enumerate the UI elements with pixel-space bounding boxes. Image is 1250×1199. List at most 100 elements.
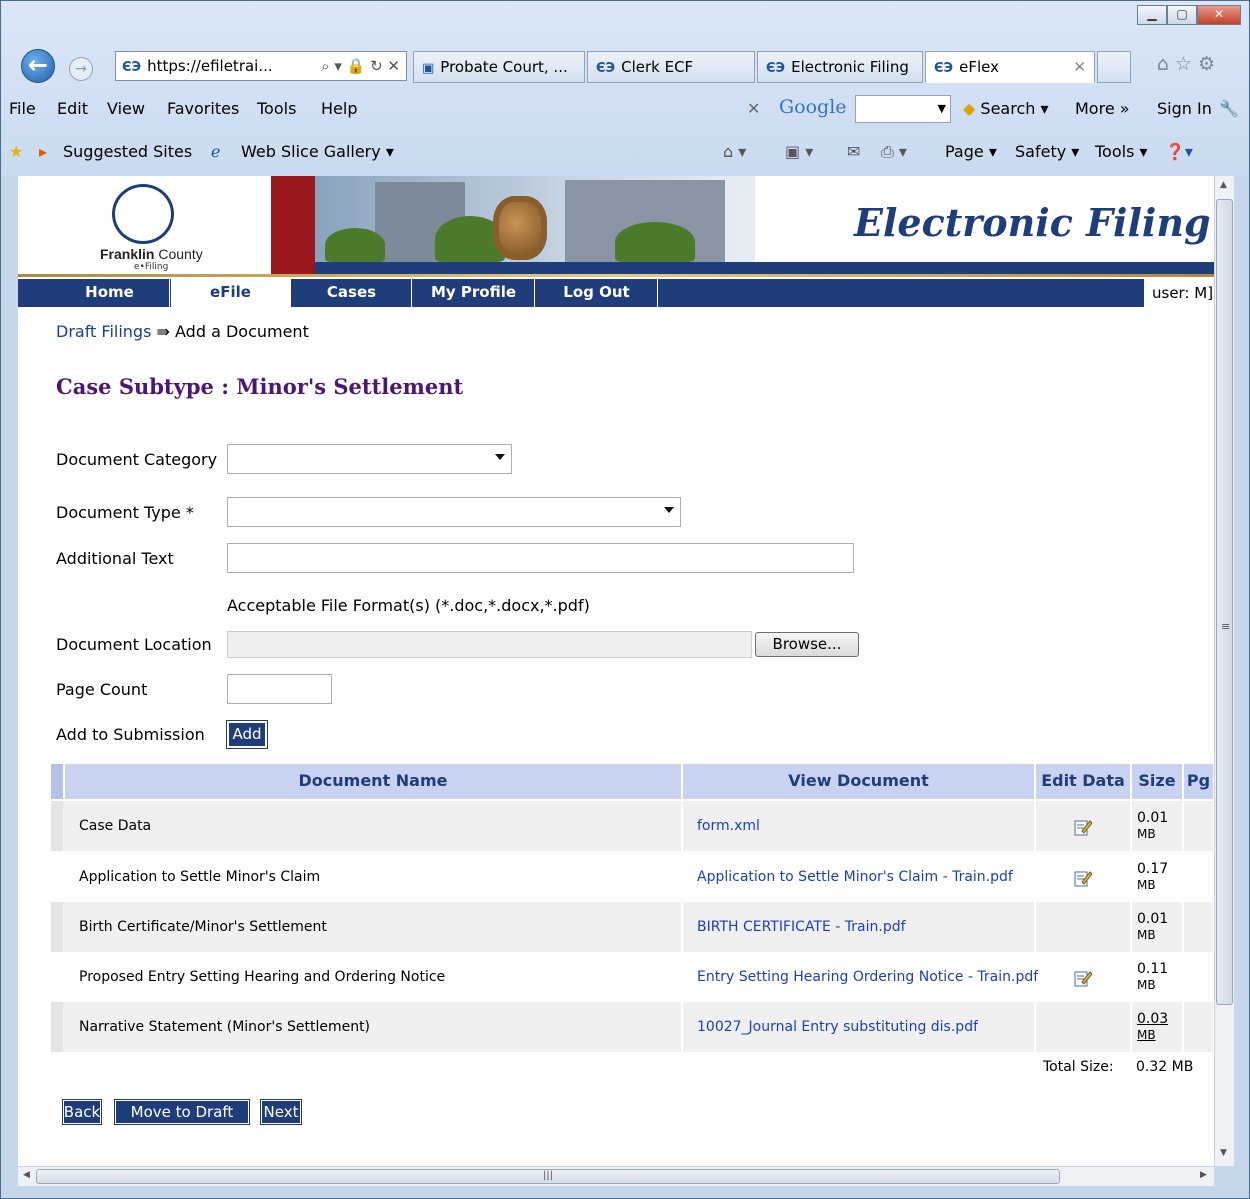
view-document-link[interactable]: Entry Setting Hearing Ordering Notice - …	[697, 952, 1038, 1002]
mail-icon[interactable]: ✉	[847, 142, 860, 161]
size-value: 0.01	[1137, 911, 1169, 927]
table-row: Case Data form.xml 0.01 MB	[51, 801, 1213, 851]
menu-edit[interactable]: Edit	[57, 99, 88, 118]
tools-menu[interactable]: Tools ▾	[1095, 142, 1148, 161]
close-tab-icon[interactable]: ✕	[1073, 52, 1086, 82]
print-icon[interactable]: ⎙ ▾	[881, 142, 907, 162]
search-button[interactable]: ◆ Search ▾	[963, 99, 1049, 118]
back-arrow-icon[interactable]: ←	[21, 49, 55, 83]
document-location-label: Document Location	[56, 635, 212, 654]
total-size-value: 0.32 MB	[1136, 1059, 1194, 1075]
move-to-draft-button[interactable]: Move to Draft	[114, 1099, 250, 1125]
add-button[interactable]: Add	[226, 720, 268, 749]
franklin-county-logo: Franklin County e•Filing	[78, 184, 218, 272]
globe-icon	[112, 184, 174, 244]
cell-divider	[681, 1002, 683, 1052]
address-controls-icon[interactable]: ⌕ ▾ 🔒 ↻ ✕	[321, 52, 400, 80]
edit-data-icon[interactable]	[1074, 869, 1092, 887]
cell-divider	[681, 902, 683, 952]
cell-divider	[1130, 902, 1132, 952]
page-menu[interactable]: Page ▾	[945, 142, 997, 161]
vertical-scroll-thumb[interactable]: ≡	[1216, 199, 1233, 1005]
menu-file[interactable]: File	[9, 99, 36, 118]
address-bar[interactable]: ЄЭ https://efiletrai... ⌕ ▾ 🔒 ↻ ✕	[115, 51, 407, 81]
nav-log-out[interactable]: Log Out	[536, 279, 658, 307]
cell-divider	[1182, 1002, 1184, 1052]
edit-data-icon[interactable]	[1074, 818, 1092, 836]
col-view-document: View Document	[681, 764, 1034, 799]
size-value: 0.01	[1137, 810, 1169, 826]
edit-data-icon[interactable]	[1074, 969, 1092, 987]
feeds-icon[interactable]: ▣ ▾	[785, 142, 813, 161]
breadcrumb-current: Add a Document	[175, 322, 309, 341]
tab-eflex[interactable]: ЄЭ eFlex ✕	[925, 51, 1095, 83]
table-row: Birth Certificate/Minor's Settlement BIR…	[51, 902, 1213, 952]
nav-efile[interactable]: eFile	[171, 279, 291, 307]
google-search-input[interactable]: ▼	[855, 95, 951, 123]
document-category-select[interactable]	[227, 444, 512, 474]
google-search-icon: ◆	[963, 99, 976, 118]
menu-view[interactable]: View	[107, 99, 145, 118]
banner-blue-bar	[315, 262, 1214, 274]
view-document-link[interactable]: Application to Settle Minor's Claim - Tr…	[697, 852, 1013, 902]
favorites-star-icon[interactable]: ★	[9, 142, 23, 161]
suggested-sites-link[interactable]: Suggested Sites	[63, 142, 192, 161]
sculpture-shape	[493, 196, 547, 260]
help-icon[interactable]: ❓▾	[1165, 142, 1193, 161]
scroll-down-icon[interactable]: ▼	[1220, 1148, 1227, 1158]
additional-text-input[interactable]	[227, 543, 854, 573]
tab-probate-court[interactable]: ▣ Probate Court, ...	[413, 51, 585, 83]
tab-electronic-filing[interactable]: ЄЭ Electronic Filing	[757, 51, 923, 83]
total-size-label: Total Size:	[1043, 1059, 1114, 1075]
document-name: Narrative Statement (Minor's Settlement)	[79, 1019, 371, 1035]
document-name: Birth Certificate/Minor's Settlement	[79, 919, 327, 935]
horizontal-scroll-thumb[interactable]: |||	[36, 1169, 1060, 1184]
browse-button[interactable]: Browse...	[755, 632, 859, 657]
tab-label: Probate Court, ...	[440, 58, 568, 76]
document-size-link[interactable]: 0.03 MB	[1137, 1011, 1168, 1061]
back-button[interactable]: Back	[62, 1099, 102, 1125]
tab-clerk-ecf[interactable]: ЄЭ Clerk ECF	[587, 51, 755, 83]
scroll-up-icon[interactable]: ▲	[1220, 180, 1227, 190]
close-window-button[interactable]: ✕	[1197, 5, 1241, 25]
close-search-icon[interactable]: ✕	[747, 99, 760, 118]
home-favorites-tools-icons[interactable]: ⌂☆⚙	[1157, 53, 1221, 75]
view-document-link[interactable]: BIRTH CERTIFICATE - Train.pdf	[697, 902, 906, 952]
col-pg: Pg	[1182, 764, 1213, 799]
view-document-link[interactable]: form.xml	[697, 801, 760, 851]
scroll-left-icon[interactable]: ◀	[23, 1170, 30, 1180]
nav-my-profile[interactable]: My Profile	[413, 279, 535, 307]
sign-in-button[interactable]: Sign In	[1157, 99, 1212, 118]
next-button[interactable]: Next	[260, 1099, 302, 1125]
scroll-right-icon[interactable]: ▶	[1200, 1170, 1207, 1180]
more-button[interactable]: More »	[1075, 99, 1130, 118]
forward-arrow-icon[interactable]: →	[69, 57, 93, 81]
minimize-button[interactable]: ▁	[1137, 5, 1167, 25]
menu-help[interactable]: Help	[321, 99, 357, 118]
vertical-scrollbar[interactable]: ▲ ≡ ▼	[1214, 176, 1234, 1166]
web-slice-icon: ℯ	[211, 142, 221, 161]
header-stripe	[51, 764, 63, 799]
document-name: Application to Settle Minor's Claim	[79, 869, 321, 885]
menu-favorites[interactable]: Favorites	[167, 99, 239, 118]
browser-chrome: ▁ ▢ ✕ ← → ЄЭ https://efiletrai... ⌕ ▾ 🔒 ↻ …	[1, 1, 1249, 176]
breadcrumb-draft-filings-link[interactable]: Draft Filings	[56, 322, 151, 341]
new-tab-button[interactable]	[1097, 51, 1131, 83]
horizontal-scrollbar[interactable]: ◀ ||| ▶	[18, 1166, 1214, 1186]
acceptable-formats-note: Acceptable File Format(s) (*.doc,*.docx,…	[227, 596, 590, 615]
document-location-input[interactable]	[227, 631, 752, 658]
menu-tools[interactable]: Tools	[257, 99, 296, 118]
safety-menu[interactable]: Safety ▾	[1015, 142, 1079, 161]
grip-icon: ≡	[1221, 620, 1231, 633]
view-document-link[interactable]: 10027_Journal Entry substituting dis.pdf	[697, 1002, 978, 1052]
document-type-select[interactable]	[227, 497, 681, 527]
maximize-button[interactable]: ▢	[1167, 5, 1197, 25]
web-slice-gallery-link[interactable]: Web Slice Gallery ▾	[241, 142, 394, 161]
home-command-icon[interactable]: ⌂ ▾	[723, 142, 746, 161]
page-count-input[interactable]	[227, 674, 332, 704]
wrench-icon[interactable]: 🔧	[1219, 99, 1239, 118]
navigation-row: ← → ЄЭ https://efiletrai... ⌕ ▾ 🔒 ↻ ✕ ▣ Pro…	[11, 45, 1241, 87]
nav-cases[interactable]: Cases	[292, 279, 412, 307]
nav-home[interactable]: Home	[50, 279, 170, 307]
site-title: Electronic Filing	[854, 200, 1211, 245]
